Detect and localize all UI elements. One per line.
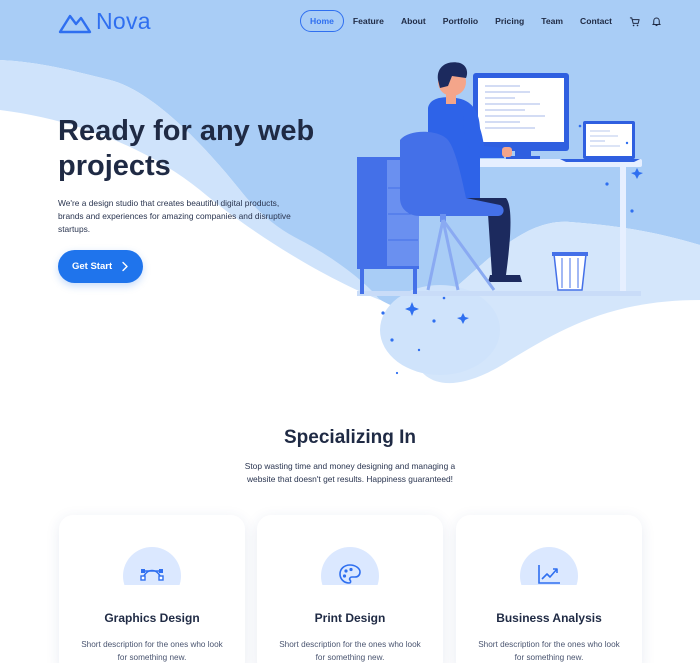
get-start-button[interactable]: Get Start — [58, 250, 143, 283]
mountain-logo-icon — [58, 14, 92, 33]
nav-pricing[interactable]: Pricing — [495, 16, 524, 26]
section-title: Specializing In — [284, 427, 416, 448]
card-title: Print Design — [314, 611, 386, 625]
brand-logo[interactable]: Nova — [58, 8, 151, 35]
service-card-business[interactable]: Business Analysis Short description for … — [456, 515, 642, 663]
hero-title: Ready for any web projects — [58, 115, 315, 182]
nav-about[interactable]: About — [401, 16, 426, 26]
person-at-desk-illustration — [357, 62, 643, 375]
vector-nodes-icon — [140, 569, 164, 581]
nav-home[interactable]: Home — [300, 10, 344, 32]
top-navbar: Nova Home Feature About Portfolio Pricin… — [0, 0, 700, 42]
service-card-print[interactable]: Print Design Short description for the o… — [257, 515, 443, 663]
get-start-label: Get Start — [72, 261, 113, 272]
nav-portfolio[interactable]: Portfolio — [443, 16, 478, 26]
palette-icon — [339, 564, 361, 584]
card-description: Short description for the ones who look … — [478, 640, 620, 662]
main-menu: Home Feature About Portfolio Pricing Tea… — [300, 10, 673, 32]
chevron-right-icon — [122, 261, 128, 272]
nav-team[interactable]: Team — [541, 16, 563, 26]
card-title: Business Analysis — [496, 611, 602, 625]
section-subtitle: Stop wasting time and money designing an… — [244, 461, 456, 484]
hero-description: We're a design studio that creates beaut… — [58, 198, 291, 234]
bell-icon[interactable] — [651, 16, 662, 27]
card-title: Graphics Design — [104, 611, 200, 625]
brand-name: Nova — [96, 8, 151, 34]
card-description: Short description for the ones who look … — [279, 640, 421, 662]
card-description: Short description for the ones who look … — [81, 640, 223, 662]
nav-feature[interactable]: Feature — [353, 16, 384, 26]
cart-icon[interactable] — [629, 16, 640, 27]
nav-contact[interactable]: Contact — [580, 16, 612, 26]
service-card-graphics[interactable]: Graphics Design Short description for th… — [59, 515, 245, 663]
chart-growth-icon — [538, 565, 560, 584]
